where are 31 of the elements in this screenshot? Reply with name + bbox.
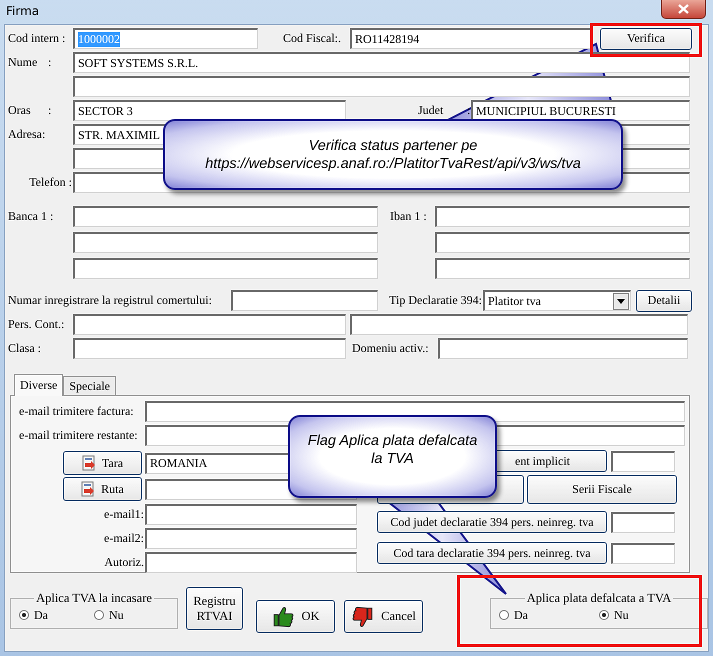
field-label: e-mail2: [103, 531, 145, 546]
radio-label: Nu [614, 608, 629, 622]
field-label: e-mail1: [103, 507, 145, 522]
field-label: Tip Declaratie 394: [388, 293, 483, 308]
field-label: Autoriz. [103, 555, 145, 570]
field-label: e-mail trimitere restante: [19, 428, 139, 443]
field-label: Oras [8, 103, 32, 118]
field-label: Numar inregistrare la registrul comertului: [8, 293, 213, 308]
field-label: Clasa : [8, 341, 42, 356]
group-title: Aplica TVA la incasare [35, 591, 153, 606]
field-label: : [48, 55, 52, 70]
window-title: Firma [6, 4, 40, 18]
radio-label: Da [514, 608, 528, 622]
field-label: Banca 1 : [8, 209, 54, 224]
field-label: Iban 1 : [390, 209, 428, 224]
field-label: : [48, 103, 52, 118]
field-label: Nume [8, 55, 38, 70]
field-label: Domeniu activ.: [352, 341, 430, 356]
group-title: Aplica plata defalcata a TVA [526, 591, 672, 606]
field-label: Pers. Cont.: [8, 317, 66, 332]
field-label: Cod Fiscal:. [283, 31, 342, 46]
field-label: e-mail trimitere factura: [19, 404, 135, 419]
callout-tooltip: Flag Aplica plata defalcata la TVA [288, 415, 497, 498]
field-label: Cod intern : [8, 31, 66, 46]
field-label: Telefon : [28, 175, 73, 190]
field-label: Judet [418, 103, 444, 118]
field-label: Adresa: [8, 127, 46, 142]
field-value: 1000002 [78, 32, 120, 46]
radio-label: Nu [109, 608, 124, 622]
radio-label: Da [34, 608, 48, 622]
field-label: : [467, 103, 471, 118]
